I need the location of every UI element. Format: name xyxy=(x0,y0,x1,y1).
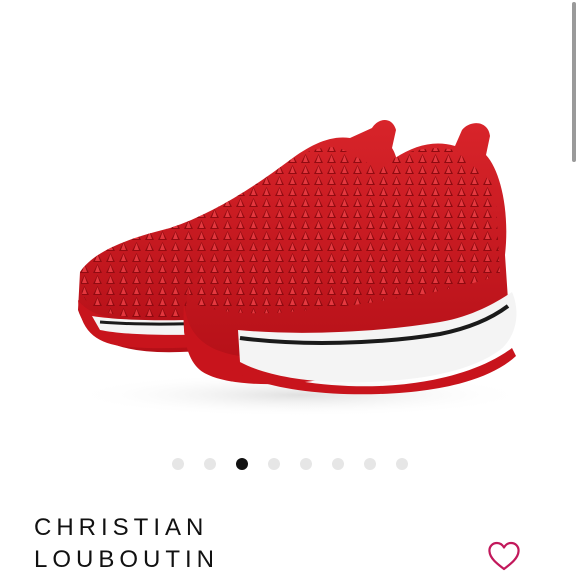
carousel-dots xyxy=(0,458,580,470)
brand-name: CHRISTIAN LOUBOUTIN xyxy=(34,514,220,573)
scrollbar[interactable] xyxy=(572,2,576,162)
heart-outline-icon xyxy=(488,541,520,571)
carousel-dot[interactable] xyxy=(300,458,312,470)
sneakers-illustration xyxy=(70,120,530,417)
carousel-dot[interactable] xyxy=(332,458,344,470)
carousel-dot[interactable] xyxy=(396,458,408,470)
carousel-dot[interactable] xyxy=(236,458,248,470)
carousel-dot[interactable] xyxy=(364,458,376,470)
carousel-dot[interactable] xyxy=(204,458,216,470)
product-image[interactable] xyxy=(0,0,580,440)
like-button[interactable] xyxy=(487,541,521,571)
carousel-dot[interactable] xyxy=(172,458,184,470)
carousel-dot[interactable] xyxy=(268,458,280,470)
